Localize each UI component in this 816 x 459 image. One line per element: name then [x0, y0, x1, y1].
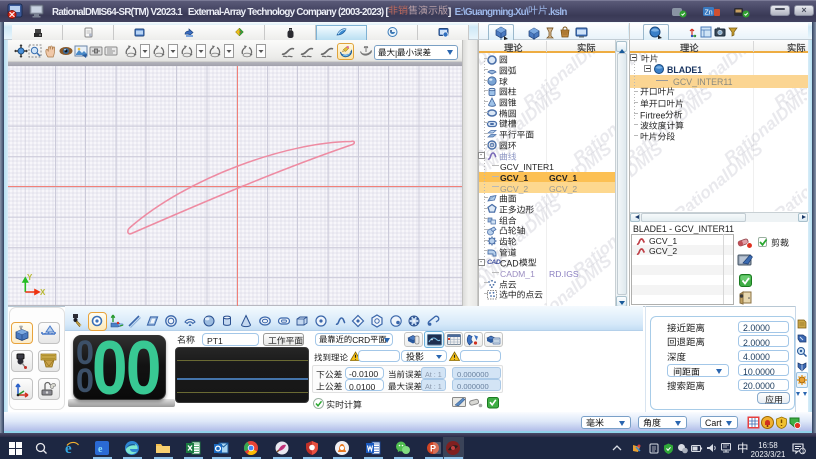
svg-text:1: 1 — [802, 449, 805, 455]
svg-text:P: P — [430, 444, 436, 454]
svg-text:Zn: Zn — [705, 10, 713, 17]
svg-text:X: X — [40, 288, 46, 297]
svg-text:Y: Y — [27, 273, 33, 282]
svg-text:e: e — [98, 444, 103, 455]
